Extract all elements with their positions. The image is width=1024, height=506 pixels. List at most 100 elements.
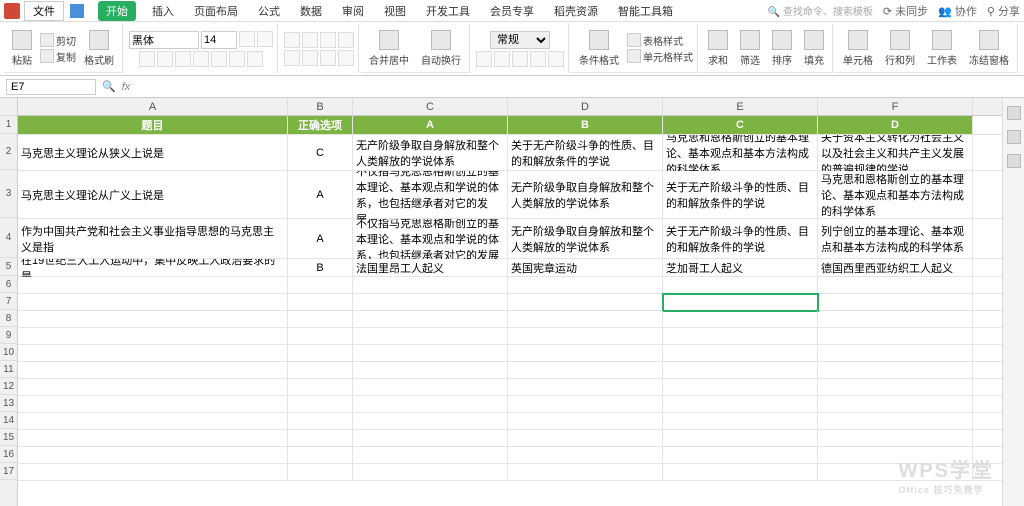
- copy-button[interactable]: 复制: [40, 49, 76, 64]
- auto-wrap-button[interactable]: 自动换行: [417, 28, 465, 69]
- empty-cell[interactable]: [818, 379, 973, 396]
- empty-cell[interactable]: [288, 277, 353, 294]
- font-color-icon[interactable]: [211, 51, 227, 67]
- empty-cell[interactable]: [508, 430, 663, 447]
- empty-cell[interactable]: [18, 413, 288, 430]
- align-top-icon[interactable]: [284, 32, 300, 48]
- bold-icon[interactable]: [139, 51, 155, 67]
- number-format-select[interactable]: 常规: [490, 31, 550, 49]
- underline-icon[interactable]: [175, 51, 191, 67]
- data-cell[interactable]: 芝加哥工人起义: [663, 259, 818, 277]
- align-left-icon[interactable]: [284, 50, 300, 66]
- orientation-icon[interactable]: [338, 32, 354, 48]
- empty-cell[interactable]: [818, 328, 973, 345]
- empty-cell[interactable]: [288, 430, 353, 447]
- rowcol-button[interactable]: 行和列: [881, 28, 919, 69]
- font-size-select[interactable]: [201, 31, 237, 49]
- font-name-select[interactable]: [129, 31, 199, 49]
- header-cell[interactable]: 正确选项: [288, 116, 353, 134]
- empty-cell[interactable]: [508, 447, 663, 464]
- col-header[interactable]: C: [353, 98, 508, 115]
- empty-cell[interactable]: [353, 396, 508, 413]
- fill-button[interactable]: 填充: [800, 28, 828, 69]
- header-cell[interactable]: A: [353, 116, 508, 134]
- col-header[interactable]: E: [663, 98, 818, 115]
- data-cell[interactable]: 关于资本主义转化为社会主义以及社会主义和共产主义发展的普遍规律的学说: [818, 135, 973, 171]
- select-tool-icon[interactable]: [1007, 106, 1021, 120]
- empty-cell[interactable]: [353, 294, 508, 311]
- empty-cell[interactable]: [18, 396, 288, 413]
- empty-cell[interactable]: [18, 328, 288, 345]
- empty-cell[interactable]: [818, 294, 973, 311]
- empty-cell[interactable]: [663, 345, 818, 362]
- data-cell[interactable]: 法国里昂工人起义: [353, 259, 508, 277]
- align-right-icon[interactable]: [320, 50, 336, 66]
- data-cell[interactable]: 在19世纪三大工人运动中，集中反映工人政治要求的是: [18, 259, 288, 277]
- empty-cell[interactable]: [663, 294, 818, 311]
- data-cell[interactable]: 无产阶级争取自身解放和整个人类解放的学说体系: [508, 219, 663, 259]
- data-cell[interactable]: 关于无产阶级斗争的性质、目的和解放条件的学说: [508, 135, 663, 171]
- paste-button[interactable]: 粘贴: [8, 28, 36, 69]
- empty-cell[interactable]: [353, 311, 508, 328]
- data-cell[interactable]: 马克思主义理论从狭义上说是: [18, 135, 288, 171]
- empty-cell[interactable]: [663, 464, 818, 481]
- fx-label[interactable]: fx: [122, 81, 131, 93]
- data-cell[interactable]: 马克思和恩格斯创立的基本理论、基本观点和基本方法构成的科学体系: [663, 135, 818, 171]
- collab-button[interactable]: 👥 协作: [938, 3, 977, 19]
- empty-cell[interactable]: [18, 447, 288, 464]
- data-cell[interactable]: 英国宪章运动: [508, 259, 663, 277]
- empty-cell[interactable]: [508, 464, 663, 481]
- sync-status[interactable]: ⟳ 未同步: [883, 3, 928, 19]
- data-cell[interactable]: 不仅指马克思恩格斯创立的基本理论、基本观点和学说的体系，也包括继承者对它的发展: [353, 219, 508, 259]
- comma-icon[interactable]: [512, 51, 528, 67]
- tab-start[interactable]: 开始: [98, 1, 136, 21]
- decimal-dec-icon[interactable]: [548, 51, 564, 67]
- panel-tool-icon[interactable]: [1007, 130, 1021, 144]
- empty-cell[interactable]: [663, 430, 818, 447]
- empty-cell[interactable]: [818, 345, 973, 362]
- tab-resources[interactable]: 稻壳资源: [550, 1, 602, 21]
- empty-cell[interactable]: [663, 311, 818, 328]
- tab-page-layout[interactable]: 页面布局: [190, 1, 242, 21]
- format-painter-button[interactable]: 格式刷: [80, 28, 118, 69]
- empty-cell[interactable]: [18, 311, 288, 328]
- empty-cell[interactable]: [508, 328, 663, 345]
- empty-cell[interactable]: [818, 430, 973, 447]
- data-cell[interactable]: 无产阶级争取自身解放和整个人类解放的学说体系: [353, 135, 508, 171]
- data-cell[interactable]: 作为中国共产党和社会主义事业指导思想的马克思主义是指: [18, 219, 288, 259]
- header-cell[interactable]: B: [508, 116, 663, 134]
- border-icon[interactable]: [247, 51, 263, 67]
- empty-cell[interactable]: [353, 345, 508, 362]
- decrease-font-icon[interactable]: [257, 31, 273, 47]
- empty-cell[interactable]: [353, 464, 508, 481]
- empty-cell[interactable]: [663, 447, 818, 464]
- currency-icon[interactable]: [476, 51, 492, 67]
- worksheet-button[interactable]: 工作表: [923, 28, 961, 69]
- tab-smart-tools[interactable]: 智能工具箱: [614, 1, 677, 21]
- data-cell[interactable]: 无产阶级争取自身解放和整个人类解放的学说体系: [508, 171, 663, 219]
- data-cell[interactable]: 不仅指马克思恩格斯创立的基本理论、基本观点和学说的体系，也包括继承者对它的发展。: [353, 171, 508, 219]
- empty-cell[interactable]: [663, 277, 818, 294]
- empty-cell[interactable]: [818, 413, 973, 430]
- panel-tool-icon[interactable]: [1007, 154, 1021, 168]
- empty-cell[interactable]: [288, 362, 353, 379]
- indent-icon[interactable]: [338, 50, 354, 66]
- percent-icon[interactable]: [494, 51, 510, 67]
- tab-view[interactable]: 视图: [380, 1, 410, 21]
- cell-style-button[interactable]: 单元格样式: [627, 49, 693, 64]
- empty-cell[interactable]: [353, 379, 508, 396]
- col-header[interactable]: F: [818, 98, 973, 115]
- empty-cell[interactable]: [508, 396, 663, 413]
- empty-cell[interactable]: [18, 362, 288, 379]
- file-menu-button[interactable]: 文件: [24, 1, 64, 21]
- empty-cell[interactable]: [663, 328, 818, 345]
- empty-cell[interactable]: [288, 396, 353, 413]
- empty-cell[interactable]: [818, 311, 973, 328]
- header-cell[interactable]: 题目: [18, 116, 288, 134]
- data-cell[interactable]: A: [288, 219, 353, 259]
- empty-cell[interactable]: [288, 447, 353, 464]
- decimal-inc-icon[interactable]: [530, 51, 546, 67]
- empty-cell[interactable]: [508, 345, 663, 362]
- cond-format-button[interactable]: 条件格式: [575, 28, 623, 69]
- empty-cell[interactable]: [353, 328, 508, 345]
